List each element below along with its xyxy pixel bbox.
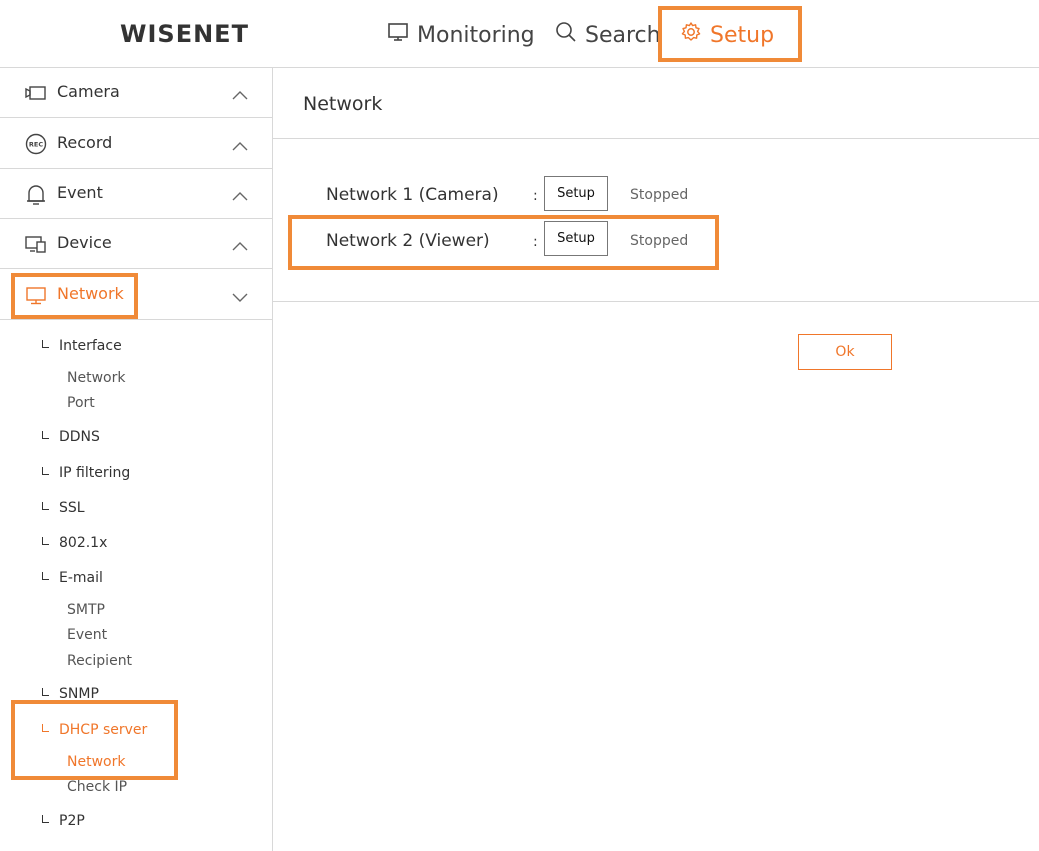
tree-item-label: P2P xyxy=(59,813,85,829)
sidebar-menu-camera[interactable]: Camera xyxy=(0,68,272,118)
tree-corner-icon xyxy=(42,688,49,696)
network-1-status: Stopped xyxy=(630,187,689,203)
tree-subitem-interface-network[interactable]: Network xyxy=(67,370,125,386)
sidebar: Camera REC Record Event Device Network I… xyxy=(0,68,273,851)
device-icon xyxy=(24,233,48,255)
chevron-up-icon xyxy=(231,137,249,156)
tree-subitem-dhcp-check-ip[interactable]: Check IP xyxy=(67,779,127,795)
svg-text:REC: REC xyxy=(29,141,43,149)
network-2-label: Network 2 (Viewer) xyxy=(326,231,490,251)
tree-subitem-dhcp-network[interactable]: Network xyxy=(67,754,125,770)
main-panel: Network Network 1 (Camera) : Setup Stopp… xyxy=(273,68,1039,851)
tree-item-ssl[interactable]: SSL xyxy=(42,500,85,516)
tree-subitem-email-smtp[interactable]: SMTP xyxy=(67,602,105,618)
tree-corner-icon xyxy=(42,537,49,545)
row-colon: : xyxy=(533,234,538,250)
tree-item-label: IP filtering xyxy=(59,465,131,481)
tree-corner-icon xyxy=(42,340,49,348)
tree-corner-icon xyxy=(42,815,49,823)
sidebar-menu-label: Record xyxy=(57,133,113,152)
tree-item-label: SSL xyxy=(59,500,85,516)
sidebar-menu-device[interactable]: Device xyxy=(0,219,272,269)
sidebar-menu-label: Camera xyxy=(57,82,120,101)
tree-subitem-interface-port[interactable]: Port xyxy=(67,395,95,411)
camera-icon xyxy=(24,82,48,104)
tree-item-ip-filtering[interactable]: IP filtering xyxy=(42,465,130,481)
divider xyxy=(273,138,1039,139)
tree-item-label: Interface xyxy=(59,338,122,354)
nav-search[interactable]: Search xyxy=(555,20,661,50)
nav-monitoring-label: Monitoring xyxy=(417,22,535,48)
ok-button[interactable]: Ok xyxy=(798,334,892,370)
gear-icon xyxy=(680,21,710,49)
network-1-setup-button[interactable]: Setup xyxy=(544,176,608,211)
tree-item-label: DHCP server xyxy=(59,722,148,738)
search-icon xyxy=(555,21,585,49)
tree-item-p2p[interactable]: P2P xyxy=(42,813,85,829)
row-colon: : xyxy=(533,188,538,204)
tree-subitem-email-recipient[interactable]: Recipient xyxy=(67,653,132,669)
sidebar-menu-event[interactable]: Event xyxy=(0,169,272,219)
sidebar-menu-label: Network xyxy=(57,284,124,303)
chevron-down-icon xyxy=(231,288,249,307)
sidebar-menu-network[interactable]: Network xyxy=(0,270,272,320)
tree-item-label: E-mail xyxy=(59,570,103,586)
wisenet-logo: WISENET xyxy=(120,20,249,48)
divider xyxy=(273,301,1039,302)
network-2-setup-button[interactable]: Setup xyxy=(544,221,608,256)
tree-corner-icon xyxy=(42,572,49,580)
tree-item-dhcp-server[interactable]: DHCP server xyxy=(42,722,147,738)
chevron-up-icon xyxy=(231,86,249,105)
tree-corner-icon xyxy=(42,502,49,510)
rec-icon: REC xyxy=(24,133,48,155)
tree-item-label: DDNS xyxy=(59,429,100,445)
tree-corner-icon xyxy=(42,431,49,439)
network-1-label: Network 1 (Camera) xyxy=(326,185,499,205)
tree-item-label: 802.1x xyxy=(59,535,108,551)
nav-search-label: Search xyxy=(585,22,661,48)
bell-icon xyxy=(24,183,48,205)
tree-subitem-email-event[interactable]: Event xyxy=(67,627,107,643)
nav-monitoring[interactable]: Monitoring xyxy=(387,20,535,50)
network-2-status: Stopped xyxy=(630,233,689,249)
nav-setup[interactable]: Setup xyxy=(680,20,774,50)
monitor-icon xyxy=(387,21,417,49)
tree-corner-icon xyxy=(42,467,49,475)
nav-setup-label: Setup xyxy=(710,22,775,48)
tree-item-label: SNMP xyxy=(59,686,99,702)
tree-item-snmp[interactable]: SNMP xyxy=(42,686,99,702)
tree-item-email[interactable]: E-mail xyxy=(42,570,103,586)
sidebar-menu-label: Device xyxy=(57,233,112,252)
chevron-up-icon xyxy=(231,237,249,256)
monitor-icon xyxy=(24,284,48,306)
chevron-up-icon xyxy=(231,187,249,206)
tree-item-ddns[interactable]: DDNS xyxy=(42,429,100,445)
sidebar-menu-record[interactable]: REC Record xyxy=(0,119,272,169)
tree-item-interface[interactable]: Interface xyxy=(42,338,122,354)
sidebar-menu-label: Event xyxy=(57,183,103,202)
tree-corner-icon xyxy=(42,724,49,732)
page-title: Network xyxy=(303,93,383,115)
tree-item-8021x[interactable]: 802.1x xyxy=(42,535,107,551)
top-header: WISENET Monitoring Search Setup xyxy=(0,0,1039,68)
